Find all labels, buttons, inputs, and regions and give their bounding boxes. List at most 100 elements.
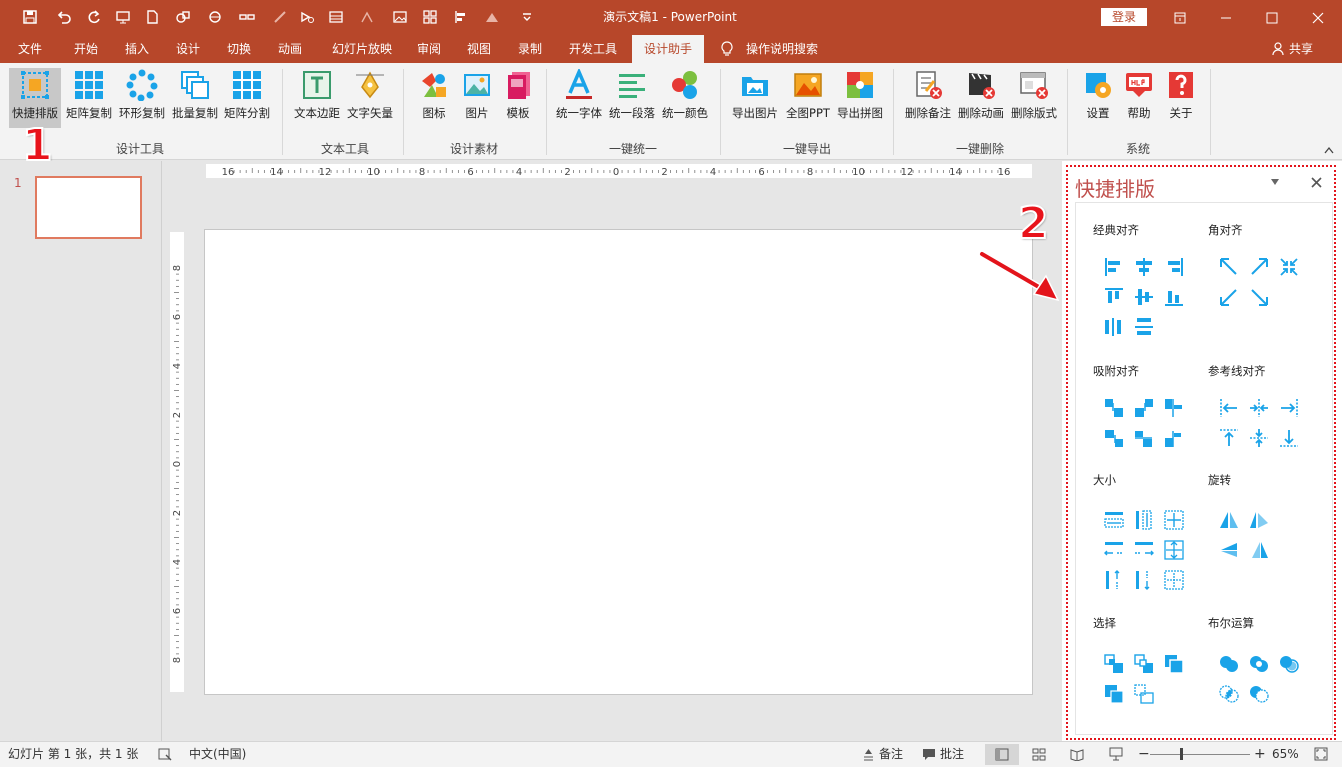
batch-copy-button[interactable]: 批量复制 bbox=[169, 68, 221, 128]
size-height-top-icon[interactable] bbox=[1103, 569, 1125, 591]
pictures-button[interactable]: 图片 bbox=[456, 68, 498, 128]
select-same-line-icon[interactable] bbox=[1133, 653, 1155, 675]
align-icon[interactable] bbox=[447, 8, 475, 26]
snap-bottom-icon[interactable] bbox=[1133, 427, 1155, 449]
boolean-union-icon[interactable] bbox=[1218, 653, 1240, 675]
size-match-both-icon[interactable] bbox=[1163, 509, 1185, 531]
guide-top-icon[interactable] bbox=[1218, 427, 1240, 449]
notes-button[interactable]: 备注 bbox=[879, 742, 903, 766]
align-middle-icon[interactable] bbox=[1133, 286, 1155, 308]
tab-transitions[interactable]: 切换 bbox=[217, 35, 261, 63]
ribbon-display-icon[interactable] bbox=[1157, 0, 1203, 35]
snap-left-icon[interactable] bbox=[1163, 397, 1185, 419]
normal-view-button[interactable] bbox=[985, 744, 1019, 765]
guide-middle-icon[interactable] bbox=[1248, 427, 1270, 449]
save-icon[interactable] bbox=[20, 8, 40, 26]
export-image-button[interactable]: 导出图片 bbox=[729, 68, 781, 128]
size-match-width-icon[interactable] bbox=[1103, 509, 1125, 531]
boolean-subtract-icon[interactable] bbox=[1248, 683, 1270, 705]
matrix-copy-button[interactable]: 矩阵复制 bbox=[63, 68, 115, 128]
node-icon[interactable] bbox=[352, 8, 382, 26]
size-expand-icon[interactable] bbox=[1163, 539, 1185, 561]
ring-copy-button[interactable]: 环形复制 bbox=[116, 68, 168, 128]
guide-right-icon[interactable] bbox=[1278, 397, 1300, 419]
tab-design-assistant[interactable]: 设计助手 bbox=[632, 35, 704, 63]
slide-sorter-icon[interactable] bbox=[1032, 748, 1046, 761]
guide-bottom-icon[interactable] bbox=[1278, 427, 1300, 449]
guide-left-icon[interactable] bbox=[1218, 397, 1240, 419]
corner-bottom-right-icon[interactable] bbox=[1248, 286, 1270, 308]
rotate-left-icon[interactable] bbox=[1248, 539, 1270, 561]
picture-icon[interactable] bbox=[390, 8, 410, 26]
login-button[interactable]: 登录 bbox=[1101, 8, 1147, 26]
zoom-out-icon[interactable]: − bbox=[1138, 742, 1150, 766]
delete-layout-button[interactable]: 删除版式 bbox=[1008, 68, 1060, 128]
rotate-flip-vertical-icon[interactable] bbox=[1218, 539, 1240, 561]
arrange-icon[interactable] bbox=[478, 8, 506, 26]
boolean-combine-icon[interactable] bbox=[1248, 653, 1270, 675]
new-file-icon[interactable] bbox=[142, 8, 162, 26]
maximize-icon[interactable] bbox=[1249, 0, 1295, 35]
fit-to-window-icon[interactable] bbox=[1314, 747, 1328, 761]
shapes-icon[interactable] bbox=[170, 8, 196, 26]
unify-font-button[interactable]: 统一字体 bbox=[553, 68, 605, 128]
delete-notes-button[interactable]: 删除备注 bbox=[902, 68, 954, 128]
close-icon[interactable] bbox=[1295, 0, 1341, 35]
redo-icon[interactable] bbox=[84, 8, 104, 26]
slideshow-icon[interactable] bbox=[113, 8, 133, 26]
rotate-right-icon[interactable] bbox=[1248, 509, 1270, 531]
select-same-type-icon[interactable] bbox=[1103, 683, 1125, 705]
pane-close-icon[interactable] bbox=[1311, 177, 1322, 188]
size-width-left-icon[interactable] bbox=[1103, 539, 1125, 561]
zoom-slider[interactable] bbox=[1150, 754, 1250, 755]
snap-top-right-icon[interactable] bbox=[1133, 397, 1155, 419]
tab-insert[interactable]: 插入 bbox=[115, 35, 159, 63]
size-shrink-icon[interactable] bbox=[1163, 569, 1185, 591]
icons-button[interactable]: 图标 bbox=[413, 68, 455, 128]
align-left-icon[interactable] bbox=[1103, 256, 1125, 278]
rotate-flip-horizontal-icon[interactable] bbox=[1218, 509, 1240, 531]
tab-home[interactable]: 开始 bbox=[64, 35, 108, 63]
tab-review[interactable]: 审阅 bbox=[407, 35, 451, 63]
pane-options-icon[interactable] bbox=[1270, 178, 1280, 186]
accessibility-icon[interactable] bbox=[158, 747, 172, 761]
about-button[interactable]: 关于 bbox=[1160, 68, 1202, 128]
zoom-in-icon[interactable]: + bbox=[1254, 742, 1266, 766]
corner-bottom-left-icon[interactable] bbox=[1218, 286, 1240, 308]
select-same-fill-icon[interactable] bbox=[1103, 653, 1125, 675]
corner-center-icon[interactable] bbox=[1278, 256, 1300, 278]
tab-design[interactable]: 设计 bbox=[166, 35, 210, 63]
tab-slideshow[interactable]: 幻灯片放映 bbox=[322, 35, 402, 63]
comments-button[interactable]: 批注 bbox=[940, 742, 964, 766]
animation-icon[interactable] bbox=[297, 8, 317, 26]
undo-icon[interactable] bbox=[50, 8, 78, 26]
tab-animations[interactable]: 动画 bbox=[268, 35, 312, 63]
size-match-height-icon[interactable] bbox=[1133, 509, 1155, 531]
corner-top-left-icon[interactable] bbox=[1218, 256, 1240, 278]
templates-button[interactable]: 模板 bbox=[497, 68, 539, 128]
boolean-fragment-icon[interactable] bbox=[1278, 653, 1300, 675]
corner-top-right-icon[interactable] bbox=[1248, 256, 1270, 278]
align-bottom-icon[interactable] bbox=[1163, 286, 1185, 308]
grid-icon[interactable] bbox=[420, 8, 440, 26]
distribute-horizontal-icon[interactable] bbox=[1103, 316, 1125, 338]
slide-canvas[interactable] bbox=[204, 229, 1033, 695]
snap-bottom-right-icon[interactable] bbox=[1163, 427, 1185, 449]
slideshow-view-icon[interactable] bbox=[1108, 747, 1124, 761]
customize-toolbar-icon[interactable] bbox=[517, 8, 537, 26]
align-right-icon[interactable] bbox=[1163, 256, 1185, 278]
size-width-right-icon[interactable] bbox=[1133, 539, 1155, 561]
reading-view-icon[interactable] bbox=[1070, 748, 1084, 761]
unify-color-button[interactable]: 统一颜色 bbox=[659, 68, 711, 128]
snap-top-left-icon[interactable] bbox=[1103, 397, 1125, 419]
slide-thumbnail[interactable] bbox=[35, 176, 142, 239]
zoom-level[interactable]: 65% bbox=[1272, 742, 1299, 766]
settings-button[interactable]: 设置 bbox=[1077, 68, 1119, 128]
select-invert-icon[interactable] bbox=[1133, 683, 1155, 705]
tell-me-search[interactable]: 操作说明搜索 bbox=[746, 35, 818, 63]
select-same-size-icon[interactable] bbox=[1163, 653, 1185, 675]
size-height-bottom-icon[interactable] bbox=[1133, 569, 1155, 591]
matrix-split-button[interactable]: 矩阵分割 bbox=[221, 68, 273, 128]
text-margin-button[interactable]: 文本边距 bbox=[291, 68, 343, 128]
share-button[interactable]: 共享 bbox=[1272, 35, 1313, 63]
